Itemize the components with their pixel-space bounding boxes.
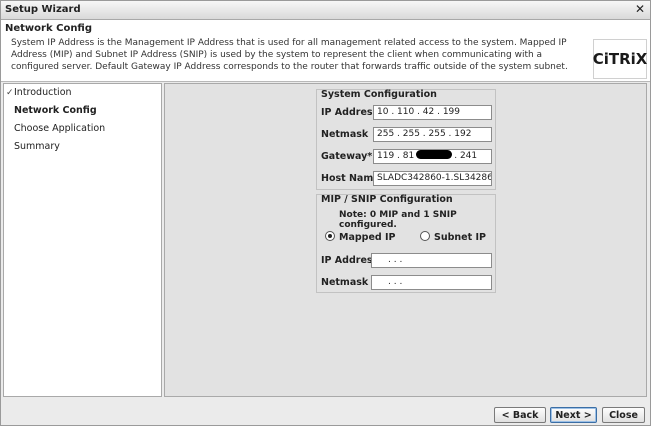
mapped-ip-label: Mapped IP	[339, 232, 396, 243]
setup-wizard-window: Setup Wizard ✕ Network Config System IP …	[0, 0, 651, 426]
mip-snip-note: Note: 0 MIP and 1 SNIP configured.	[339, 210, 457, 230]
check-icon: ✓	[6, 88, 14, 98]
back-button[interactable]: < Back	[494, 407, 546, 423]
mapped-ip-radio[interactable]: Mapped IP	[325, 231, 396, 243]
wizard-header: Network Config System IP Address is the …	[1, 20, 650, 82]
group-title: MIP / SNIP Configuration	[321, 194, 453, 205]
step-label: Network Config	[14, 105, 97, 116]
ip-address-label: IP Address	[321, 107, 379, 118]
step-label: Choose Application	[14, 123, 106, 134]
mip-netmask-label: Netmask	[321, 277, 369, 288]
mip-snip-group: MIP / SNIP Configuration Note: 0 MIP and…	[316, 194, 496, 293]
netmask-input[interactable]: 255 . 255 . 255 . 192	[373, 127, 492, 142]
window-title: Setup Wizard	[5, 4, 81, 15]
system-config-group: System Configuration IP Address 10 . 110…	[316, 89, 496, 190]
mip-ip-address-label: IP Address	[321, 255, 379, 266]
group-title: System Configuration	[321, 89, 437, 100]
mip-ip-address-input[interactable]: . . .	[371, 253, 492, 268]
gateway-label: Gateway*	[321, 151, 373, 162]
main-panel: System Configuration IP Address 10 . 110…	[164, 83, 647, 397]
page-title: Network Config	[5, 23, 93, 34]
wizard-steps-panel: ✓ Introduction Network Config Choose App…	[3, 83, 162, 397]
netmask-label: Netmask	[321, 129, 369, 140]
radio-selected-icon	[325, 231, 335, 241]
close-icon[interactable]: ✕	[635, 2, 645, 16]
next-button[interactable]: Next >	[550, 407, 597, 423]
mip-netmask-input[interactable]: . . .	[371, 275, 492, 290]
citrix-logo: CiTRiX	[593, 39, 647, 79]
page-description: System IP Address is the Management IP A…	[11, 38, 568, 72]
step-label: Summary	[14, 141, 60, 152]
host-name-input[interactable]: SLADC342860-1.SL342860.co	[373, 171, 492, 186]
redaction-mark	[416, 150, 453, 159]
title-bar: Setup Wizard ✕	[1, 1, 650, 20]
close-button[interactable]: Close	[602, 407, 645, 423]
ip-address-input[interactable]: 10 . 110 . 42 . 199	[373, 105, 492, 120]
subnet-ip-radio[interactable]: Subnet IP	[420, 231, 486, 243]
step-label: Introduction	[14, 87, 72, 98]
gateway-input[interactable]: 119 . 81 . 241	[373, 149, 492, 164]
radio-unselected-icon	[420, 231, 430, 241]
gateway-suffix: . 241	[454, 151, 478, 161]
subnet-ip-label: Subnet IP	[434, 232, 486, 243]
gateway-prefix: 119 . 81	[377, 151, 415, 161]
